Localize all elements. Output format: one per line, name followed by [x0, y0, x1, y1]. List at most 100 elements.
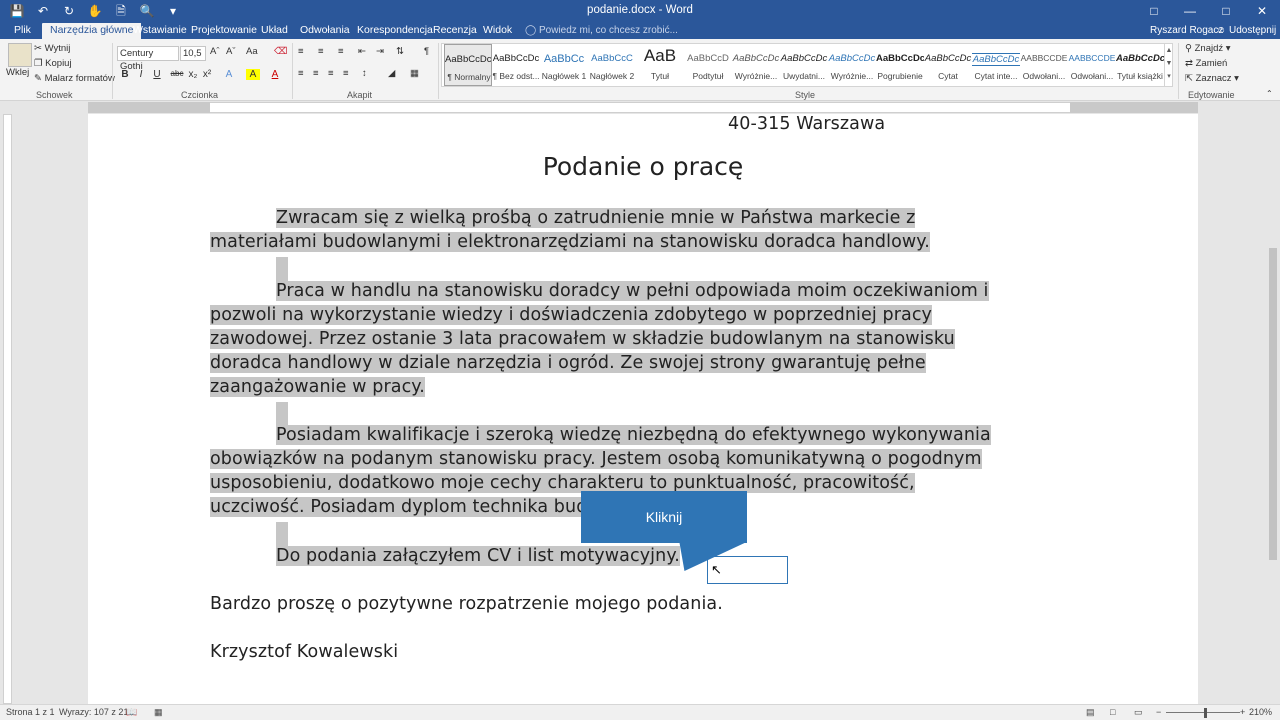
style-subtitle[interactable]: AaBbCcD Podtytuł — [684, 44, 732, 86]
macro-icon[interactable]: ▦ — [154, 707, 163, 718]
highlight-button[interactable]: A — [246, 69, 260, 80]
sort-icon[interactable]: ⇅ — [396, 46, 404, 57]
align-center-icon[interactable]: ≡ — [313, 68, 319, 79]
paragraph-line[interactable]: materiałami budowlanymi i elektronarzędz… — [210, 232, 930, 252]
paragraph-line[interactable]: obowiązków na podanym stanowisku pracy. … — [210, 449, 982, 469]
ribbon-display-icon[interactable]: □ — [1136, 0, 1172, 23]
text-effects-button[interactable]: A — [222, 69, 236, 80]
zoom-slider-thumb[interactable] — [1204, 708, 1207, 718]
tab-view[interactable]: Widok — [483, 23, 512, 39]
document-canvas[interactable]: 40-315 Warszawa Podanie o pracę Zwracam … — [14, 114, 1266, 704]
user-name[interactable]: Ryszard Rogacz — [1150, 23, 1223, 38]
superscript-button[interactable]: x² — [200, 69, 214, 80]
style-title[interactable]: AaB Tytuł — [636, 44, 684, 86]
page-count[interactable]: Strona 1 z 1 — [6, 707, 55, 717]
change-case-icon[interactable]: Aa — [246, 46, 258, 57]
style-book-title[interactable]: AaBbCcDc Tytuł książki — [1116, 44, 1164, 86]
tab-review[interactable]: Recenzja — [433, 23, 477, 39]
style-intense-quote[interactable]: AaBbCcDc Cytat inte... — [972, 44, 1020, 86]
decrease-indent-icon[interactable]: ⇤ — [358, 46, 366, 57]
bullets-icon[interactable]: ≡ — [298, 46, 304, 57]
style-no-spacing[interactable]: AaBbCcDc ¶ Bez odst... — [492, 44, 540, 86]
vertical-ruler[interactable] — [0, 114, 14, 704]
borders-icon[interactable]: ▦ — [410, 68, 419, 79]
tab-home[interactable]: Narzędzia główne — [42, 23, 142, 39]
select-button[interactable]: ⇱ Zaznacz ▾ — [1185, 73, 1239, 84]
tab-layout[interactable]: Układ — [261, 23, 288, 39]
format-painter-button[interactable]: ✎ Malarz formatów — [34, 73, 115, 84]
style-heading-2[interactable]: AaBbCcC Nagłówek 2 — [588, 44, 636, 86]
grow-font-icon[interactable]: Aˆ — [210, 46, 220, 57]
web-layout-icon[interactable]: ▭ — [1134, 707, 1143, 718]
shrink-font-icon[interactable]: Aˇ — [226, 46, 236, 57]
justify-icon[interactable]: ≡ — [343, 68, 349, 79]
style-strong[interactable]: AaBbCcDc Pogrubienie — [876, 44, 924, 86]
paragraph-line[interactable]: usposobieniu, dodatkowo moje cechy chara… — [210, 473, 915, 493]
paragraph-line[interactable]: Praca w handlu na stanowisku doradcy w p… — [276, 281, 989, 301]
zoom-level[interactable]: 210% — [1249, 707, 1272, 717]
tell-me-box[interactable]: ◯ Powiedz mi, co chcesz zrobić... — [525, 23, 678, 38]
share-button[interactable]: ☺ Udostępnij — [1216, 23, 1276, 38]
shading-icon[interactable]: ◢ — [388, 68, 395, 79]
pilcrow-icon[interactable]: ¶ — [424, 46, 429, 57]
close-icon[interactable]: ✕ — [1244, 0, 1280, 23]
font-color-button[interactable]: A — [268, 69, 282, 80]
word-count[interactable]: Wyrazy: 107 z 212 — [59, 707, 133, 717]
paragraph-line[interactable]: Zwracam się z wielką prośbą o zatrudnien… — [276, 208, 916, 228]
styles-scroll[interactable]: ▲ ▼ ▾ — [1164, 44, 1173, 86]
sender-address[interactable]: 40-315 Warszawa — [728, 114, 885, 134]
underline-button[interactable]: U — [150, 69, 164, 80]
clear-formatting-icon[interactable]: ⌫ — [274, 46, 287, 57]
tab-design[interactable]: Projektowanie — [191, 23, 257, 39]
subscript-button[interactable]: x₂ — [186, 69, 200, 80]
font-size-select[interactable]: 10,5 — [180, 46, 206, 61]
italic-button[interactable]: I — [134, 69, 148, 80]
style-emphasis[interactable]: AaBbCcDc Uwydatni... — [780, 44, 828, 86]
document-title[interactable]: Podanie o pracę — [88, 152, 1198, 181]
tab-mailings[interactable]: Korespondencja — [357, 23, 433, 39]
bold-button[interactable]: B — [118, 69, 132, 80]
find-button[interactable]: ⚲ Znajdź ▾ — [1185, 43, 1231, 54]
cut-button[interactable]: ✂ Wytnij — [34, 43, 70, 54]
paragraph-line[interactable]: pozwoli na wykorzystanie wiedzy i doświa… — [210, 305, 933, 325]
tab-file[interactable]: Plik — [14, 23, 31, 39]
line-spacing-icon[interactable]: ↕ — [362, 68, 367, 79]
paragraph-line[interactable]: Bardzo proszę o pozytywne rozpatrzenie m… — [210, 594, 723, 614]
multilevel-list-icon[interactable]: ≡ — [338, 46, 344, 57]
collapse-ribbon-icon[interactable]: ⌃ — [1266, 89, 1273, 98]
strikethrough-button[interactable]: abc — [170, 69, 184, 78]
style-subtle-emphasis[interactable]: AaBbCcDc Wyróżnie... — [732, 44, 780, 86]
signature[interactable]: Krzysztof Kowalewski — [210, 642, 398, 662]
paragraph-line[interactable]: doradca handlowy w dziale narzędzia i og… — [210, 353, 926, 373]
increase-indent-icon[interactable]: ⇥ — [376, 46, 384, 57]
paragraph-line[interactable]: zawodowej. Przez ostanie 3 lata pracował… — [210, 329, 955, 349]
maximize-icon[interactable]: □ — [1208, 0, 1244, 23]
zoom-out-icon[interactable]: − — [1156, 707, 1161, 717]
tab-references[interactable]: Odwołania — [300, 23, 350, 39]
paragraph-line[interactable]: Do podania załączyłem CV i list motywacy… — [276, 546, 680, 566]
style-quote[interactable]: AaBbCcDc Cytat — [924, 44, 972, 86]
style-intense-emphasis[interactable]: AaBbCcDc Wyróżnie... — [828, 44, 876, 86]
style-intense-reference[interactable]: AABBCCDE Odwołani... — [1068, 44, 1116, 86]
zoom-in-icon[interactable]: + — [1240, 707, 1245, 717]
style-subtle-reference[interactable]: AABBCCDE Odwołani... — [1020, 44, 1068, 86]
replace-button[interactable]: ⇄ Zamień — [1185, 58, 1227, 69]
paste-button[interactable]: Wklej — [6, 67, 29, 78]
font-family-select[interactable]: Century Gothi — [117, 46, 179, 72]
style-heading-1[interactable]: AaBbCc Nagłówek 1 — [540, 44, 588, 86]
paste-icon[interactable] — [8, 43, 32, 67]
style-normal[interactable]: AaBbCcDc ¶ Normalny — [444, 44, 492, 86]
print-layout-icon[interactable]: □ — [1110, 707, 1115, 717]
zoom-slider[interactable] — [1166, 712, 1240, 713]
align-left-icon[interactable]: ≡ — [298, 68, 304, 79]
tab-insert[interactable]: Wstawianie — [133, 23, 187, 39]
read-mode-icon[interactable]: ▤ — [1086, 707, 1095, 718]
copy-button[interactable]: ❐ Kopiuj — [34, 58, 72, 69]
align-right-icon[interactable]: ≡ — [328, 68, 334, 79]
minimize-icon[interactable]: — — [1172, 0, 1208, 23]
paragraph-line[interactable]: Posiadam kwalifikacje i szeroką wiedzę n… — [276, 425, 991, 445]
proofing-icon[interactable]: 📖 — [126, 707, 137, 718]
scrollbar-thumb[interactable] — [1269, 248, 1277, 560]
paragraph-line[interactable]: zaangażowanie w pracy. — [210, 377, 425, 397]
horizontal-ruler[interactable] — [0, 101, 1280, 114]
